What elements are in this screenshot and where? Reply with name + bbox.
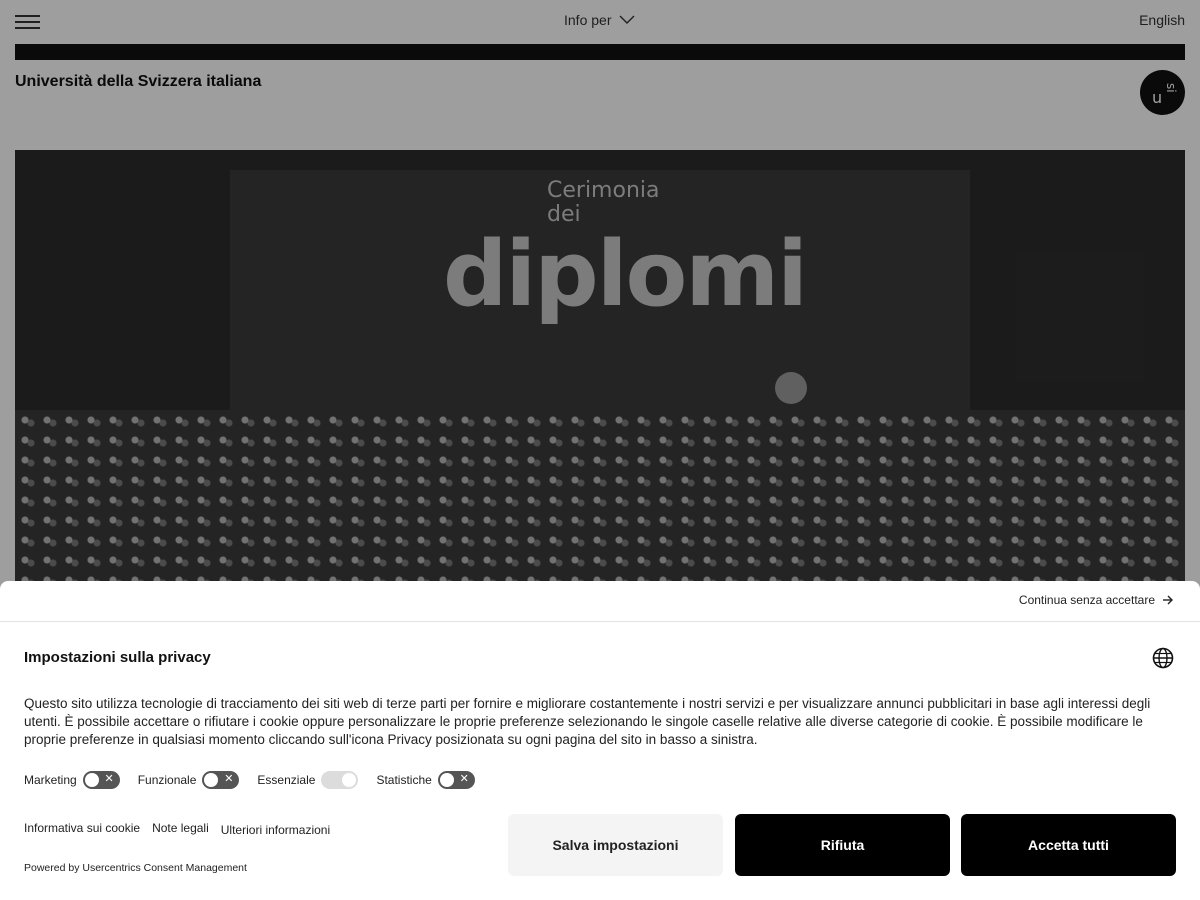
arrow-right-icon [1163, 595, 1173, 605]
consent-links: Informativa sui cookie Note legali Ulter… [24, 821, 342, 837]
consent-categories: Marketing ✕ Funzionale ✕ Essenziale Stat… [24, 771, 493, 789]
statistiche-switch[interactable]: ✕ [437, 771, 475, 789]
toggle-label: Essenziale [257, 773, 316, 787]
banner-divider [0, 621, 1200, 622]
toggle-label: Statistiche [376, 773, 432, 787]
essenziale-switch [321, 771, 359, 789]
globe-icon[interactable] [1152, 647, 1174, 669]
close-icon: ✕ [459, 773, 469, 785]
continue-label: Continua senza accettare [1018, 593, 1155, 607]
toggle-label: Funzionale [137, 773, 197, 787]
cookie-consent-banner: Continua senza accettare Impostazioni su… [0, 581, 1200, 900]
toggle-marketing: Marketing ✕ [24, 771, 120, 789]
close-icon: ✕ [224, 773, 234, 785]
toggle-funzionale: Funzionale ✕ [138, 771, 240, 789]
privacy-description: Questo sito utilizza tecnologie di tracc… [24, 696, 1151, 747]
more-info-link[interactable]: Ulteriori informazioni [221, 823, 330, 837]
save-settings-button[interactable]: Salva impostazioni [508, 814, 723, 876]
toggle-statistiche: Statistiche ✕ [376, 771, 475, 789]
continue-without-accepting-link[interactable]: Continua senza accettare [1019, 593, 1174, 607]
close-icon: ✕ [104, 773, 114, 785]
reject-button[interactable]: Rifiuta [735, 814, 950, 876]
toggle-essenziale: Essenziale [257, 771, 359, 789]
legal-notes-link[interactable]: Note legali [152, 821, 209, 837]
powered-by-text: Powered by Usercentrics Consent Manageme… [24, 862, 247, 874]
toggle-label: Marketing [24, 773, 77, 787]
cookie-policy-link[interactable]: Informativa sui cookie [24, 821, 140, 837]
funzionale-switch[interactable]: ✕ [202, 771, 240, 789]
accept-all-button[interactable]: Accetta tutti [961, 814, 1176, 876]
privacy-settings-title: Impostazioni sulla privacy [24, 649, 211, 666]
marketing-switch[interactable]: ✕ [82, 771, 120, 789]
